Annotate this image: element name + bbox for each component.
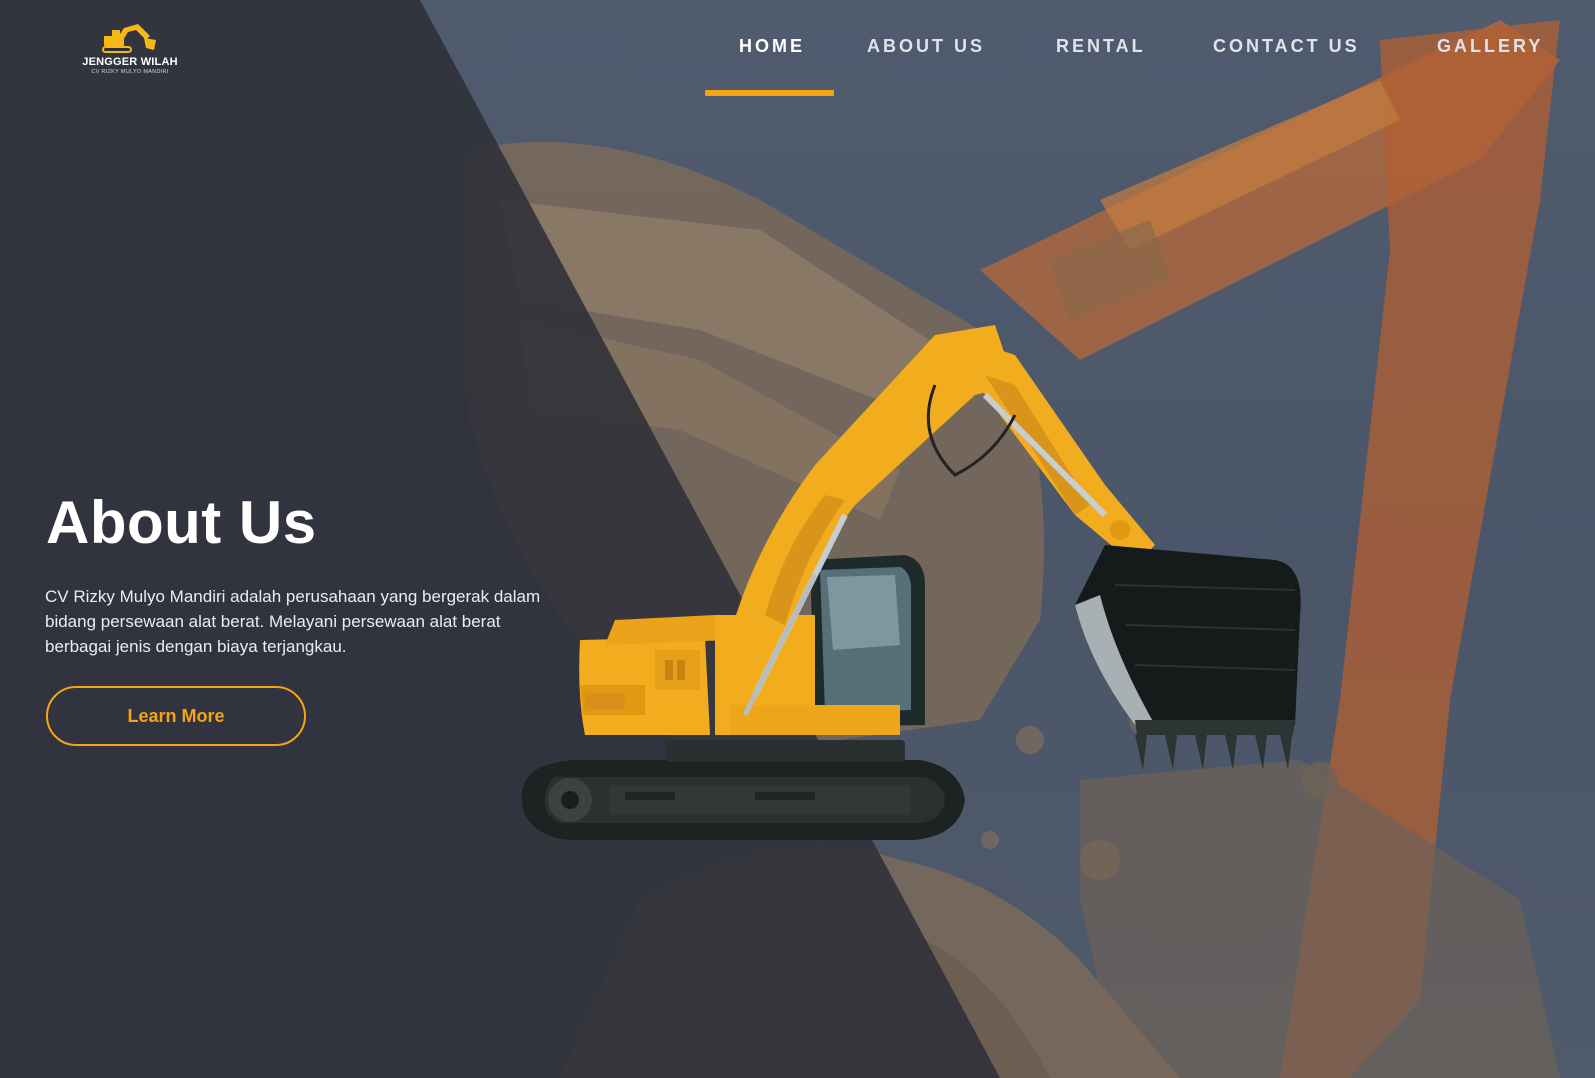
- nav-item-gallery[interactable]: GALLERY: [1437, 36, 1543, 57]
- nav-item-home[interactable]: HOME: [739, 36, 805, 57]
- nav-item-rental[interactable]: RENTAL: [1056, 36, 1146, 57]
- hero-title: About Us: [46, 489, 317, 556]
- hero-description: CV Rizky Mulyo Mandiri adalah perusahaan…: [45, 587, 541, 656]
- excavator-image: [521, 325, 1301, 840]
- nav-item-about-us[interactable]: ABOUT US: [867, 36, 985, 57]
- excavator-illustration: [515, 315, 1325, 880]
- nav-active-indicator: [705, 90, 834, 96]
- learn-more-button[interactable]: Learn More: [46, 686, 306, 746]
- nav-item-contact-us[interactable]: CONTACT US: [1213, 36, 1360, 57]
